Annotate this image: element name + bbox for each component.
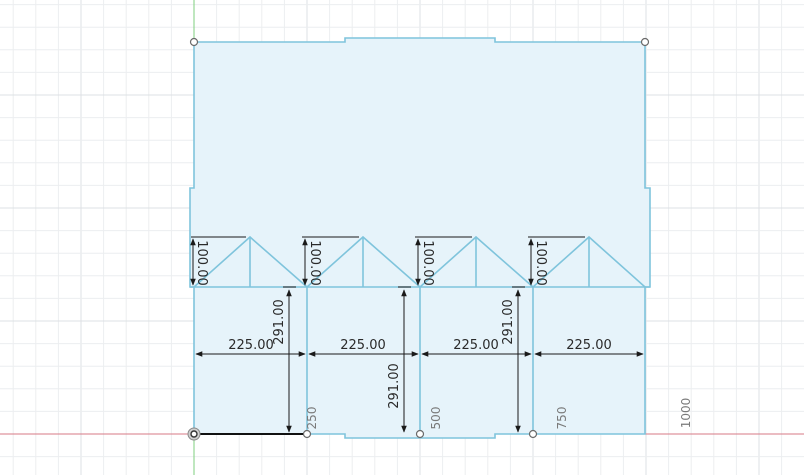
dimension-label: 100.00 (307, 240, 322, 286)
dimension-spacing-label-1[interactable]: 225.00 (228, 338, 274, 353)
dimension-label: 291.00 (387, 363, 402, 409)
dimension-label: 100.00 (533, 240, 548, 286)
axis-tick-1000: 1000 (679, 398, 693, 429)
sketch-point[interactable] (189, 37, 199, 47)
sketch-canvas[interactable]: 100.00 100.00 100.00 100.00 225.00 225.0… (0, 0, 804, 475)
dimension-spacing-label-3[interactable]: 225.00 (453, 338, 499, 353)
dimension-label: 100.00 (420, 240, 435, 286)
sketch-point[interactable] (415, 429, 425, 439)
sketch-point[interactable] (640, 37, 650, 47)
axis-tick-250: 250 (305, 407, 319, 430)
axis-tick-500: 500 (429, 407, 443, 430)
axis-tick-750: 750 (555, 407, 569, 430)
dimension-spacing-label-2[interactable]: 225.00 (340, 338, 386, 353)
sketch-point[interactable] (302, 429, 312, 439)
sketch-point[interactable] (528, 429, 538, 439)
dimension-label: 100.00 (194, 240, 209, 286)
origin-point[interactable] (187, 427, 201, 441)
dimension-spacing-label-4[interactable]: 225.00 (566, 338, 612, 353)
dimension-label: 291.00 (501, 299, 516, 345)
dimension-label: 291.00 (272, 299, 287, 345)
